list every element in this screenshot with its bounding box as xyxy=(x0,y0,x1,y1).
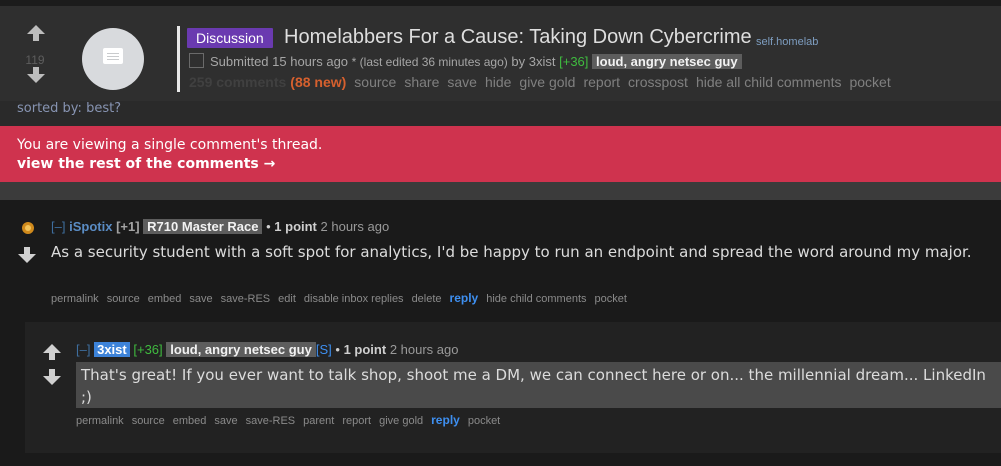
comment-author-karma: [+1] xyxy=(116,219,140,234)
source-link[interactable]: source xyxy=(354,74,396,90)
pocket-link[interactable]: pocket xyxy=(468,415,500,427)
comment-points: 1 point xyxy=(343,342,387,357)
save-link[interactable]: save xyxy=(214,415,237,427)
comment-actions: permalink source embed save save-RES parent re… xyxy=(76,413,508,427)
hide-link[interactable]: hide xyxy=(485,74,511,90)
report-link[interactable]: report xyxy=(583,74,620,90)
submitted-time: Submitted 15 hours ago xyxy=(210,54,349,69)
submitter-tag: [S] xyxy=(315,342,332,357)
post-flair[interactable]: Discussion xyxy=(187,28,273,48)
comment-author[interactable]: iSpotix xyxy=(69,219,112,234)
save-res-link[interactable]: save-RES xyxy=(246,415,296,427)
self-post-thumbnail[interactable] xyxy=(82,28,144,90)
single-thread-banner: You are viewing a single comment's threa… xyxy=(0,126,1001,182)
comment-time: 2 hours ago xyxy=(320,219,390,234)
comment-author-karma: [+36] xyxy=(133,342,163,357)
reply-link[interactable]: reply xyxy=(450,291,479,305)
save-link[interactable]: save xyxy=(189,293,212,305)
delete-link[interactable]: delete xyxy=(412,293,442,305)
upvote-arrow-icon[interactable] xyxy=(42,343,62,361)
comments-link[interactable]: 259 comments xyxy=(189,74,286,90)
comment-author-flair: R710 Master Race xyxy=(143,219,263,234)
op-author-badge[interactable]: 3xist xyxy=(94,342,130,357)
banner-message: You are viewing a single comment's threa… xyxy=(17,137,323,153)
separator xyxy=(0,182,1001,200)
sort-selector[interactable]: sorted by: best? xyxy=(17,101,121,116)
comment-header: [–] 3xist [+36] loud, angry netsec guy [S… xyxy=(76,342,458,357)
post-author[interactable]: 3xist xyxy=(529,54,556,69)
user-flair-icon xyxy=(22,222,34,234)
comment-author-flair: loud, angry netsec guy xyxy=(166,342,316,357)
text-post-icon xyxy=(103,48,123,64)
comment-header: [–] iSpotix [+1] R710 Master Race • 1 po… xyxy=(51,219,389,234)
comment-actions: permalink source embed save save-RES edit disa… xyxy=(51,291,635,305)
save-link[interactable]: save xyxy=(447,74,477,90)
upvote-arrow-icon[interactable] xyxy=(26,24,46,42)
downvote-arrow-icon[interactable] xyxy=(26,66,46,84)
downvote-arrow-icon[interactable] xyxy=(42,368,62,386)
edit-link[interactable]: edit xyxy=(278,293,296,305)
report-link[interactable]: report xyxy=(342,415,371,427)
post-tagline: Submitted 15 hours ago * (last edited 36… xyxy=(189,53,742,69)
embed-link[interactable]: embed xyxy=(173,415,207,427)
edited-note: * (last edited 36 minutes ago) xyxy=(351,55,508,69)
save-res-link[interactable]: save-RES xyxy=(221,293,271,305)
new-comments-count[interactable]: (88 new) xyxy=(290,74,346,90)
collapse-toggle[interactable]: [–] xyxy=(51,219,65,234)
source-link[interactable]: source xyxy=(107,293,140,305)
pocket-link[interactable]: pocket xyxy=(595,293,627,305)
hide-child-comments-link[interactable]: hide child comments xyxy=(486,293,586,305)
bullet: • xyxy=(335,342,340,357)
give-gold-link[interactable]: give gold xyxy=(379,415,423,427)
view-rest-link[interactable]: view the rest of the comments → xyxy=(17,156,275,172)
author-flair: loud, angry netsec guy xyxy=(592,54,742,69)
collapse-toggle[interactable]: [–] xyxy=(76,342,90,357)
share-link[interactable]: share xyxy=(404,74,439,90)
expand-checkbox-icon[interactable] xyxy=(189,53,204,68)
pocket-link[interactable]: pocket xyxy=(849,74,890,90)
author-karma: [+36] xyxy=(559,54,589,69)
parent-link[interactable]: parent xyxy=(303,415,334,427)
permalink-link[interactable]: permalink xyxy=(51,293,99,305)
comment-time: 2 hours ago xyxy=(389,342,459,357)
comment-area: [–] iSpotix [+1] R710 Master Race • 1 po… xyxy=(0,200,1001,466)
comment-points: 1 point xyxy=(274,219,317,234)
reply-link[interactable]: reply xyxy=(431,413,460,427)
crosspost-link[interactable]: crosspost xyxy=(628,74,688,90)
post-domain[interactable]: self.homelab xyxy=(756,36,818,48)
give-gold-link[interactable]: give gold xyxy=(519,74,575,90)
post-score: 119 xyxy=(25,53,45,67)
hide-all-child-comments-link[interactable]: hide all child comments xyxy=(696,74,842,90)
bullet: • xyxy=(266,219,271,234)
embed-link[interactable]: embed xyxy=(148,293,182,305)
title-divider xyxy=(177,26,180,92)
disable-inbox-replies-link[interactable]: disable inbox replies xyxy=(304,293,404,305)
permalink-link[interactable]: permalink xyxy=(76,415,124,427)
post-title[interactable]: Homelabbers For a Cause: Taking Down Cyb… xyxy=(284,26,752,49)
comment-body: That's great! If you ever want to talk s… xyxy=(81,366,986,406)
post-header: 119 Discussion Homelabbers For a Cause: … xyxy=(0,6,1001,101)
child-comment: [–] 3xist [+36] loud, angry netsec guy [S… xyxy=(25,322,1001,453)
post-actions: 259 comments (88 new) source share save hide g… xyxy=(189,74,899,90)
comment-body: As a security student with a soft spot f… xyxy=(51,243,972,261)
downvote-arrow-icon[interactable] xyxy=(17,246,37,264)
by-label: by xyxy=(511,54,526,69)
source-link[interactable]: source xyxy=(132,415,165,427)
